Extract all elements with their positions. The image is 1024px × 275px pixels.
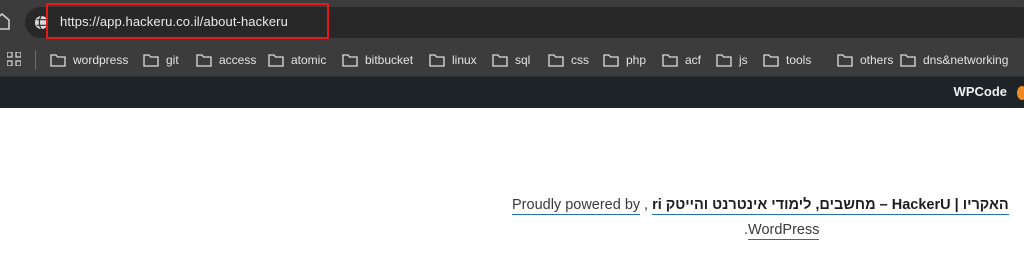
footer-credit-line: Proudly powered by <box>512 197 641 215</box>
bookmark-atomic[interactable]: atomic <box>268 49 326 71</box>
bookmark-sql[interactable]: sql <box>492 49 530 71</box>
bookmark-label: wordpress <box>73 53 129 67</box>
wpcode-badge-icon <box>1017 86 1024 100</box>
address-bar[interactable]: https://app.hackeru.co.il/about-hackeru <box>25 7 1024 38</box>
bookmark-label: tools <box>786 53 812 67</box>
bookmark-label: css <box>571 53 589 67</box>
bookmark-label: git <box>166 53 179 67</box>
bookmark-js[interactable]: js <box>716 49 748 71</box>
folder-icon <box>268 53 284 67</box>
bookmark-label: dns&networking <box>923 53 1009 67</box>
bookmark-label: bitbucket <box>365 53 414 67</box>
bookmarks-bar: wordpress git access atomic bitbucket linux sq… <box>0 43 1024 77</box>
home-icon[interactable] <box>0 12 10 30</box>
folder-icon <box>763 53 779 67</box>
folder-icon <box>342 53 358 67</box>
site-info-icon[interactable] <box>34 15 49 30</box>
bookmark-access[interactable]: access <box>196 49 256 71</box>
url-text[interactable]: https://app.hackeru.co.il/about-hackeru <box>60 14 288 29</box>
folder-icon <box>429 53 445 67</box>
powered-by-link[interactable]: Proudly powered by <box>512 197 641 215</box>
bookmark-linux[interactable]: linux <box>429 49 477 71</box>
folder-icon <box>603 53 619 67</box>
folder-icon <box>900 53 916 67</box>
bookmark-label: js <box>739 53 748 67</box>
bookmark-bitbucket[interactable]: bitbucket <box>342 49 413 71</box>
folder-icon <box>50 53 66 67</box>
bookmark-label: acf <box>685 53 702 67</box>
bookmark-tools[interactable]: tools <box>763 49 811 71</box>
wpcode-menu[interactable]: WPCode <box>954 84 1007 99</box>
bookmark-label: others <box>860 53 894 67</box>
bookmark-label: sql <box>515 53 531 67</box>
bookmark-label: php <box>626 53 647 67</box>
folder-icon <box>662 53 678 67</box>
footer-credit-line-2: .WordPress <box>744 222 820 240</box>
bookmark-label: linux <box>452 53 477 67</box>
bookmark-wordpress[interactable]: wordpress <box>50 49 128 71</box>
wp-admin-bar: WPCode <box>0 77 1024 108</box>
bookmark-php[interactable]: php <box>603 49 646 71</box>
folder-icon <box>716 53 732 67</box>
bookmark-label: atomic <box>291 53 327 67</box>
folder-icon <box>143 53 159 67</box>
bookmark-acf[interactable]: acf <box>662 49 701 71</box>
folder-icon <box>548 53 564 67</box>
footer-site-link-wrap: , ri מחשבים, לימודי אינטרנט והייטק – Hac… <box>644 197 1009 215</box>
bookmark-git[interactable]: git <box>143 49 179 71</box>
wordpress-link[interactable]: WordPress <box>748 222 820 240</box>
bookmark-dns-networking[interactable]: dns&networking <box>900 49 1008 71</box>
bookmarks-divider <box>35 50 36 70</box>
folder-icon <box>837 53 853 67</box>
folder-icon <box>492 53 508 67</box>
site-name-link[interactable]: ri מחשבים, לימודי אינטרנט והייטק – Hacke… <box>652 197 1009 215</box>
bookmark-others[interactable]: others <box>837 49 893 71</box>
bookmark-label: access <box>219 53 257 67</box>
footer-comma: , <box>644 197 649 213</box>
bookmark-css[interactable]: css <box>548 49 589 71</box>
site-name-text: ri מחשבים, לימודי אינטרנט והייטק – Hacke… <box>652 197 1009 213</box>
folder-icon <box>196 53 212 67</box>
apps-grid-icon[interactable] <box>7 52 21 66</box>
browser-toolbar: https://app.hackeru.co.il/about-hackeru <box>0 0 1024 43</box>
